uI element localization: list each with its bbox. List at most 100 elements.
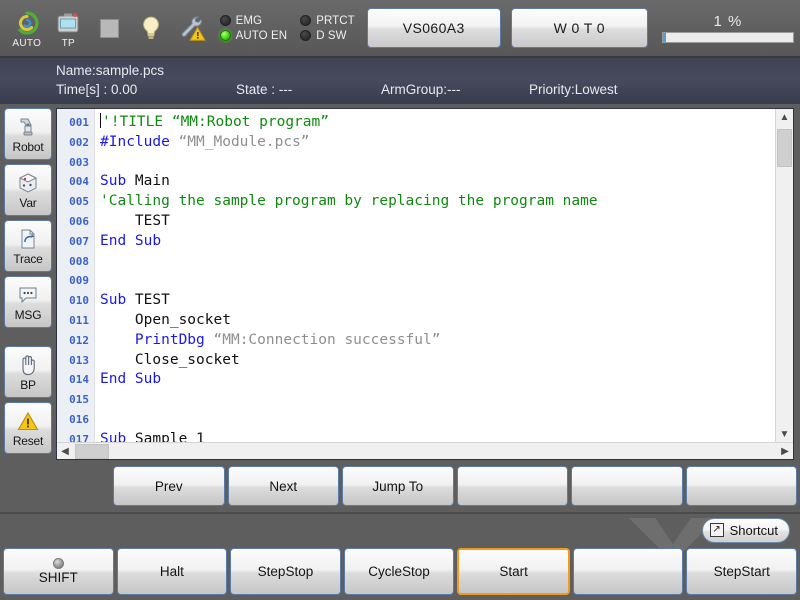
work-tool-button[interactable]: W 0 T 0 bbox=[511, 8, 648, 48]
code-line[interactable]: Sub TEST bbox=[100, 291, 775, 311]
teach-pendant-icon[interactable]: TP bbox=[48, 2, 90, 54]
code-lines[interactable]: '!TITLE “MM:Robot program”#Include “MM_M… bbox=[95, 109, 775, 442]
scroll-left-icon[interactable]: ◀ bbox=[57, 443, 73, 460]
led-auto-en-label: AUTO EN bbox=[236, 30, 288, 42]
line-number: 001 bbox=[57, 113, 94, 133]
speed-override-track[interactable] bbox=[662, 32, 794, 43]
led-auto-en: AUTO EN bbox=[220, 30, 288, 42]
vertical-scroll-track[interactable] bbox=[776, 125, 793, 426]
code-line[interactable] bbox=[100, 252, 775, 272]
control-button-halt[interactable]: Halt bbox=[117, 548, 228, 595]
lightbulb-glyph bbox=[140, 13, 162, 43]
code-token: Sub bbox=[100, 431, 135, 442]
code-line[interactable]: Open_socket bbox=[100, 311, 775, 331]
vertical-scroll-thumb[interactable] bbox=[777, 129, 792, 167]
code-line[interactable]: #Include “MM_Module.pcs” bbox=[100, 133, 775, 153]
maintenance-glyph bbox=[179, 13, 207, 43]
editor-body: 0010020030040050060070080090100110120130… bbox=[57, 109, 793, 442]
scroll-down-icon[interactable]: ▼ bbox=[776, 426, 793, 442]
scroll-right-icon[interactable]: ▶ bbox=[777, 443, 793, 460]
function-button-jump-to[interactable]: Jump To bbox=[342, 466, 454, 506]
robot-model-button[interactable]: VS060A3 bbox=[367, 8, 501, 48]
control-button-cycle-stop[interactable]: CycleStop bbox=[344, 548, 455, 595]
program-priority: Priority:Lowest bbox=[529, 80, 699, 100]
control-button-step-stop[interactable]: StepStop bbox=[230, 548, 341, 595]
program-editor[interactable]: 0010020030040050060070080090100110120130… bbox=[56, 108, 794, 460]
sidebar-item-bp[interactable]: BP bbox=[4, 346, 52, 398]
control-button-start[interactable]: Start bbox=[457, 548, 570, 595]
code-line[interactable] bbox=[100, 153, 775, 173]
code-token: #Include bbox=[100, 134, 179, 150]
code-line[interactable] bbox=[100, 410, 775, 430]
horizontal-scroll-track[interactable] bbox=[73, 443, 777, 460]
sidebar-item-robot[interactable]: Robot bbox=[4, 108, 52, 160]
shortcut-button[interactable]: ↗ Shortcut bbox=[702, 518, 790, 543]
led-d-sw-label: D SW bbox=[316, 30, 346, 42]
code-token: End Sub bbox=[100, 233, 161, 249]
code-line[interactable]: TEST bbox=[100, 212, 775, 232]
control-button-step-start[interactable]: StepStart bbox=[686, 548, 797, 595]
speech-bubble-icon bbox=[17, 283, 39, 308]
control-button-label: StepStop bbox=[258, 564, 314, 579]
code-line[interactable] bbox=[100, 390, 775, 410]
stop-square-icon[interactable] bbox=[89, 2, 131, 54]
speed-override-value: 1 % bbox=[714, 13, 743, 30]
speed-override-indicator[interactable]: 1 % bbox=[662, 7, 794, 49]
code-line[interactable]: Sub Main bbox=[100, 172, 775, 192]
sidebar-item-bp-label: BP bbox=[20, 379, 36, 392]
code-line[interactable]: Close_socket bbox=[100, 351, 775, 371]
maintenance-wrench-warning-icon[interactable] bbox=[172, 2, 214, 54]
left-sidebar: Robot Var bbox=[0, 104, 56, 460]
code-line[interactable]: Sub Sample_1 bbox=[100, 430, 775, 442]
shortcut-strip: ↗ Shortcut bbox=[0, 514, 800, 546]
sidebar-item-var[interactable]: Var bbox=[4, 164, 52, 216]
lightbulb-icon[interactable] bbox=[131, 2, 173, 54]
editor-horizontal-scrollbar[interactable]: ◀ ▶ bbox=[57, 442, 793, 459]
code-token: Sub bbox=[100, 292, 135, 308]
hand-stop-icon bbox=[18, 353, 38, 378]
function-button-fn-5[interactable] bbox=[571, 466, 683, 506]
function-button-prev[interactable]: Prev bbox=[113, 466, 225, 506]
control-button-bottom-6[interactable] bbox=[573, 548, 684, 595]
program-time: Time[s] : 0.00 bbox=[56, 80, 236, 100]
top-status-bar: AUTO TP bbox=[0, 0, 800, 58]
code-token: End Sub bbox=[100, 371, 161, 387]
line-number: 004 bbox=[57, 172, 94, 192]
editor-vertical-scrollbar[interactable]: ▲ ▼ bbox=[775, 109, 793, 442]
code-area[interactable]: 0010020030040050060070080090100110120130… bbox=[57, 109, 775, 442]
code-line[interactable]: 'Calling the sample program by replacing… bbox=[100, 192, 775, 212]
control-button-shift[interactable]: SHIFT bbox=[3, 548, 114, 595]
sidebar-item-reset[interactable]: Reset bbox=[4, 402, 52, 454]
code-token: “MM_Module.pcs” bbox=[179, 134, 310, 150]
program-info-bar: Name:sample.pcs Time[s] : 0.00 State : -… bbox=[0, 58, 800, 104]
control-button-row: SHIFTHalt StepStop CycleStop Start StepStart bbox=[0, 546, 800, 600]
code-line[interactable]: End Sub bbox=[100, 232, 775, 252]
main-area: Robot Var bbox=[0, 104, 800, 460]
line-number: 011 bbox=[57, 311, 94, 331]
auto-mode-icon[interactable]: AUTO bbox=[6, 2, 48, 54]
led-emg-indicator bbox=[220, 15, 231, 26]
horizontal-scroll-thumb[interactable] bbox=[75, 444, 109, 459]
scroll-up-icon[interactable]: ▲ bbox=[776, 109, 793, 125]
sidebar-item-msg[interactable]: MSG bbox=[4, 276, 52, 328]
program-armgroup: ArmGroup:--- bbox=[381, 80, 529, 100]
line-number: 012 bbox=[57, 331, 94, 351]
control-button-label: Start bbox=[499, 564, 528, 579]
warning-triangle-icon bbox=[17, 409, 39, 434]
code-line[interactable]: End Sub bbox=[100, 370, 775, 390]
led-prtct-indicator bbox=[300, 15, 311, 26]
function-button-next[interactable]: Next bbox=[228, 466, 340, 506]
code-token: TEST bbox=[135, 292, 170, 308]
function-button-fn-4[interactable] bbox=[457, 466, 569, 506]
code-token: PrintDbg bbox=[135, 332, 214, 348]
code-line[interactable]: '!TITLE “MM:Robot program” bbox=[100, 113, 775, 133]
sidebar-item-trace[interactable]: Trace bbox=[4, 220, 52, 272]
shift-indicator-dot bbox=[53, 558, 64, 569]
code-line[interactable] bbox=[100, 271, 775, 291]
code-token: Sub bbox=[100, 173, 135, 189]
teach-pendant-label: TP bbox=[62, 39, 75, 49]
function-button-fn-6[interactable] bbox=[686, 466, 798, 506]
code-token: 'Calling the sample program by replacing… bbox=[100, 193, 598, 209]
code-line[interactable]: PrintDbg “MM:Connection successful” bbox=[100, 331, 775, 351]
sidebar-item-robot-label: Robot bbox=[12, 141, 43, 154]
